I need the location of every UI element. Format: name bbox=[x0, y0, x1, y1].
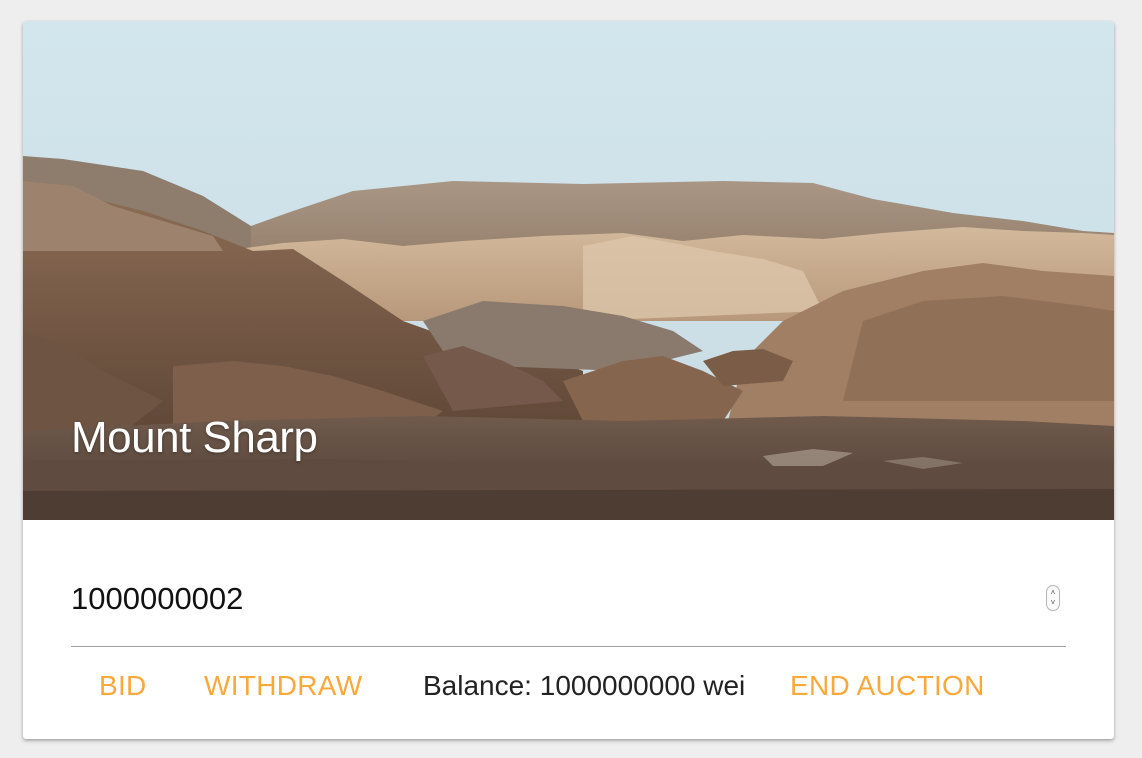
bid-amount-input[interactable] bbox=[71, 579, 1031, 619]
number-stepper[interactable]: ˄ ˅ bbox=[1046, 585, 1060, 611]
chevron-up-icon[interactable]: ˄ bbox=[1047, 589, 1059, 597]
bid-button[interactable]: BID bbox=[99, 669, 147, 703]
balance-prefix: Balance: bbox=[423, 670, 540, 701]
balance-text: Balance: 1000000000 wei bbox=[423, 669, 745, 703]
balance-unit: wei bbox=[695, 670, 746, 701]
card-actions: BID WITHDRAW Balance: 1000000000 wei END… bbox=[23, 661, 1114, 711]
card-title: Mount Sharp bbox=[71, 413, 318, 462]
withdraw-button[interactable]: WITHDRAW bbox=[204, 669, 362, 703]
bid-amount-field: ˄ ˅ bbox=[71, 569, 1066, 647]
card-media: Mount Sharp bbox=[23, 21, 1114, 520]
balance-value: 1000000000 bbox=[539, 670, 696, 701]
auction-card: Mount Sharp ˄ ˅ BID WITHDRAW Balance: 10… bbox=[23, 21, 1114, 739]
chevron-down-icon[interactable]: ˅ bbox=[1047, 599, 1059, 607]
end-auction-button[interactable]: END AUCTION bbox=[790, 669, 985, 703]
